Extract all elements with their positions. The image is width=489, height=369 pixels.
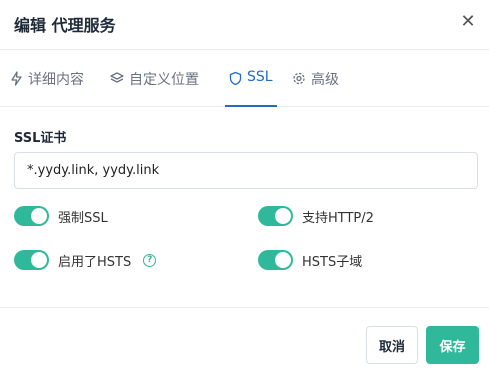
tab-advanced[interactable]: 高级 bbox=[292, 69, 339, 107]
http2-switch[interactable] bbox=[258, 206, 293, 226]
http2-toggle[interactable]: 支持HTTP/2 bbox=[258, 206, 374, 226]
close-icon[interactable]: ✕ bbox=[458, 12, 478, 32]
help-icon[interactable]: ? bbox=[143, 253, 157, 267]
layers-icon bbox=[110, 72, 124, 83]
dialog-title: 编辑 代理服务 bbox=[14, 16, 116, 35]
hsts-subdomains-label: HSTS子域 bbox=[302, 254, 363, 270]
tab-ssl-label: SSL bbox=[247, 69, 273, 85]
tab-custom-locations-label: 自定义位置 bbox=[129, 72, 199, 88]
cancel-button[interactable]: 取消 bbox=[366, 326, 418, 364]
shield-icon bbox=[229, 71, 242, 86]
hsts-toggle[interactable]: 启用了HSTS ? bbox=[14, 250, 157, 270]
tab-advanced-label: 高级 bbox=[311, 72, 339, 88]
hsts-switch[interactable] bbox=[14, 250, 49, 270]
tab-custom-locations[interactable]: 自定义位置 bbox=[110, 69, 199, 107]
force-ssl-toggle[interactable]: 强制SSL bbox=[14, 206, 108, 226]
save-button[interactable]: 保存 bbox=[426, 326, 479, 364]
force-ssl-switch[interactable] bbox=[14, 206, 49, 226]
tab-details[interactable]: 详细内容 bbox=[10, 69, 84, 107]
http2-label: 支持HTTP/2 bbox=[302, 210, 374, 226]
ssl-certificate-label: SSL证书 bbox=[14, 131, 67, 146]
gear-icon bbox=[293, 72, 305, 85]
tab-details-label: 详细内容 bbox=[28, 72, 84, 88]
ssl-certificate-select[interactable] bbox=[14, 152, 478, 189]
dialog-footer: 取消 保存 bbox=[0, 307, 489, 369]
dialog-header: 编辑 代理服务 ✕ bbox=[0, 0, 489, 50]
force-ssl-label: 强制SSL bbox=[58, 210, 108, 226]
tab-ssl[interactable]: SSL bbox=[225, 69, 277, 107]
hsts-label: 启用了HSTS bbox=[58, 254, 132, 270]
hsts-subdomains-switch[interactable] bbox=[258, 250, 293, 270]
bolt-icon bbox=[11, 71, 22, 86]
hsts-subdomains-toggle[interactable]: HSTS子域 bbox=[258, 250, 362, 270]
tab-bar: 详细内容 自定义位置 SSL 高级 bbox=[0, 51, 489, 107]
